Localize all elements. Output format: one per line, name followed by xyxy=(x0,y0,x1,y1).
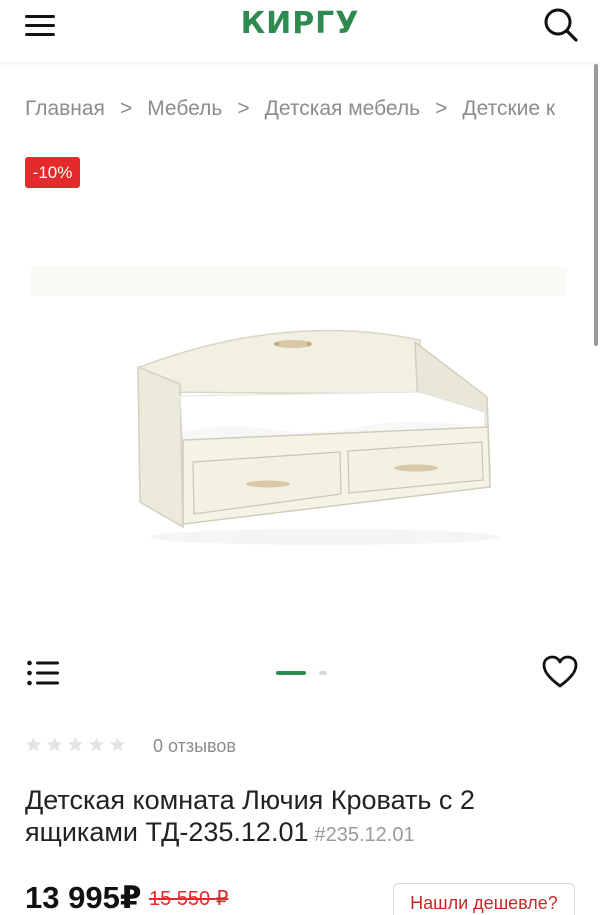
breadcrumb-item-home[interactable]: Главная xyxy=(25,97,105,121)
product-title: Детская комната Лючия Кровать с 2 ящикам… xyxy=(25,784,575,851)
breadcrumb: Главная > Мебель > Детская мебель > Детские к xyxy=(25,97,575,127)
bed-illustration xyxy=(25,262,575,562)
reviews-link[interactable]: 0 отзывов xyxy=(153,736,236,757)
current-price: 13 995₽ xyxy=(25,880,142,915)
top-header: КИРГУ xyxy=(0,0,600,62)
heart-icon xyxy=(542,655,578,688)
star-icon xyxy=(68,737,83,752)
rating-stars xyxy=(25,736,130,758)
discount-badge: -10% xyxy=(25,157,80,188)
list-icon xyxy=(27,660,59,686)
favorite-button[interactable] xyxy=(542,655,578,689)
search-icon xyxy=(544,8,578,42)
site-logo[interactable]: КИРГУ xyxy=(0,6,600,41)
found-cheaper-button[interactable]: Нашли дешевле? xyxy=(393,883,575,915)
breadcrumb-separator: > xyxy=(435,97,448,121)
product-sku: #235.12.01 xyxy=(314,824,415,846)
characteristics-list-button[interactable] xyxy=(26,659,60,687)
breadcrumb-item-furniture[interactable]: Мебель xyxy=(147,97,222,121)
price-row: 13 995₽ 15 550 ₽ Нашли дешевле? xyxy=(25,880,585,915)
slide-dot-2[interactable] xyxy=(319,671,327,675)
product-image[interactable] xyxy=(25,262,575,562)
star-icon xyxy=(110,737,125,752)
search-button[interactable] xyxy=(542,6,580,44)
star-icon xyxy=(89,737,104,752)
breadcrumb-item-kids-beds[interactable]: Детские к xyxy=(462,97,555,121)
breadcrumb-item-kids-furniture[interactable]: Детская мебель xyxy=(265,97,420,121)
old-price: 15 550 ₽ xyxy=(149,888,229,910)
slide-dot-1[interactable] xyxy=(276,671,306,675)
star-icon xyxy=(26,737,41,752)
breadcrumb-separator: > xyxy=(119,97,133,121)
breadcrumb-separator: > xyxy=(237,97,250,121)
page-scrollbar[interactable] xyxy=(594,64,598,346)
gallery-controls xyxy=(0,650,600,696)
star-icon xyxy=(47,737,62,752)
